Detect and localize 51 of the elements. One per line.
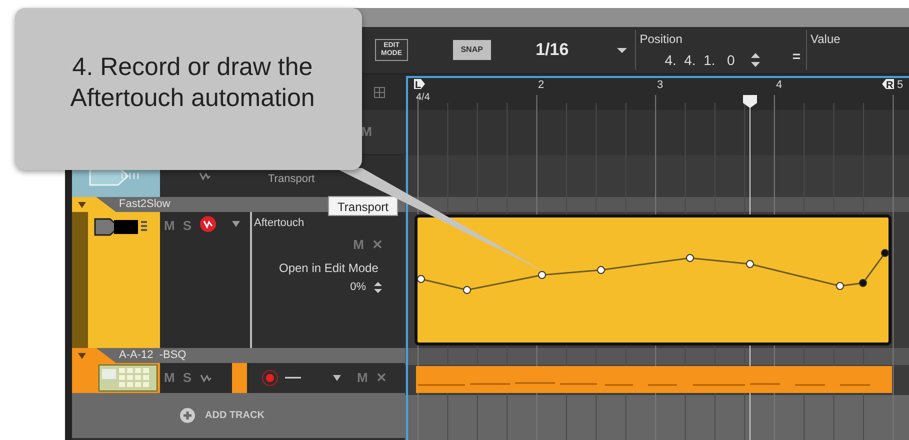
grid-value[interactable]: 1/16	[536, 37, 569, 63]
collapse-caret-icon[interactable]	[78, 202, 86, 208]
dash-label: —	[285, 368, 301, 388]
position-value[interactable]: 4. 4. 1. 0	[664, 50, 735, 71]
automation-curve[interactable]	[417, 249, 889, 294]
solo-button[interactable]: S	[182, 216, 192, 236]
lane-name: Aftertouch	[254, 216, 306, 231]
snap-button[interactable]: SNAP	[453, 40, 491, 60]
stepper-icon[interactable]	[750, 52, 760, 68]
caret-icon[interactable]	[232, 221, 240, 227]
caret-icon[interactable]	[616, 48, 627, 52]
mute-button[interactable]: M	[164, 368, 175, 388]
pattern-clip[interactable]	[416, 366, 892, 393]
group-name: Fast2Slow	[119, 197, 170, 212]
time-signature: 4/4	[416, 92, 430, 103]
transport-label: Transport	[268, 172, 315, 187]
collapse-caret-icon[interactable]	[78, 352, 86, 358]
stepper-icon[interactable]	[374, 280, 382, 294]
mute-button[interactable]: M	[357, 368, 368, 388]
solo-button[interactable]: S	[182, 368, 192, 388]
group-name: A-A-12 -BSQ	[119, 348, 186, 364]
remove-button[interactable]: ✕	[372, 234, 383, 254]
loop-end-marker[interactable]: R	[882, 79, 894, 91]
value-label: Value	[810, 31, 842, 48]
add-track-button[interactable]: ADD TRACK	[205, 408, 264, 423]
macro-icon[interactable]	[200, 216, 216, 232]
bar-number: 5	[897, 79, 904, 91]
tooltip: Transport	[328, 196, 398, 216]
add-icon[interactable]	[180, 408, 195, 423]
mute-button[interactable]: M	[164, 216, 175, 236]
open-in-edit-mode-link[interactable]: Open in Edit Mode	[279, 259, 405, 277]
caret-icon[interactable]	[333, 375, 341, 381]
device-icon	[94, 217, 150, 237]
bar-number: 4	[776, 79, 782, 91]
record-button[interactable]	[262, 370, 278, 386]
equals-sign: =	[792, 46, 801, 66]
waveform-icon[interactable]	[199, 171, 211, 181]
bar-number: 2	[538, 79, 544, 91]
grid-icon[interactable]	[374, 87, 385, 98]
position-label: Position	[640, 31, 684, 48]
playhead-icon[interactable]	[743, 95, 757, 108]
automation-clip[interactable]	[414, 214, 892, 346]
waveform-icon[interactable]	[200, 373, 212, 383]
mute-button[interactable]: M	[353, 234, 364, 254]
amount-value[interactable]: 0%	[350, 279, 366, 296]
bar-number: 3	[657, 79, 664, 91]
mute-button[interactable]: M	[361, 122, 372, 142]
remove-button[interactable]: ✕	[376, 368, 387, 388]
callout-tooltip: 4. Record or draw the Aftertouch automation	[15, 8, 362, 170]
loop-start-marker[interactable]: L	[414, 79, 425, 91]
pad-device-icon	[98, 364, 158, 392]
